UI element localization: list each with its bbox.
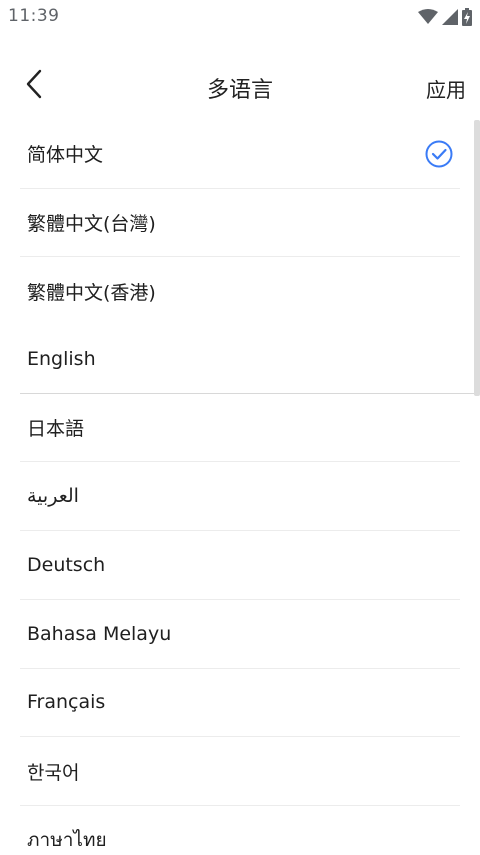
- apply-button[interactable]: 应用: [426, 74, 466, 103]
- language-item-malay[interactable]: Bahasa Melayu: [20, 600, 460, 669]
- language-item-simplified-chinese[interactable]: 简体中文: [20, 120, 460, 189]
- language-list: 简体中文 繁體中文(台灣) 繁體中文(香港) English 日本語 العرب…: [0, 120, 480, 855]
- language-item-traditional-chinese-taiwan[interactable]: 繁體中文(台灣): [20, 189, 460, 258]
- status-bar: 11:39: [0, 0, 480, 34]
- language-item-thai[interactable]: ภาษาไทย: [20, 806, 460, 855]
- app-bar: 多语言 应用: [0, 54, 480, 120]
- checkmark-circle-icon: [424, 139, 454, 169]
- language-label: 简体中文: [27, 144, 104, 167]
- page-title: 多语言: [206, 78, 273, 103]
- signal-icon: [442, 9, 458, 25]
- language-label: العربية: [27, 485, 79, 508]
- wifi-icon: [418, 9, 438, 25]
- language-item-french[interactable]: Français: [20, 669, 460, 738]
- language-item-german[interactable]: Deutsch: [20, 531, 460, 600]
- scrollbar[interactable]: [474, 120, 480, 396]
- language-item-korean[interactable]: 한국어: [20, 737, 460, 806]
- language-item-arabic[interactable]: العربية: [20, 462, 460, 532]
- language-label: Bahasa Melayu: [27, 622, 172, 645]
- status-icons: [418, 6, 472, 28]
- language-item-english[interactable]: English: [20, 325, 480, 394]
- language-label: 繁體中文(香港): [27, 281, 156, 304]
- language-label: 日本語: [27, 418, 85, 441]
- language-label: 한국어: [27, 761, 80, 784]
- language-label: 繁體中文(台灣): [27, 213, 156, 236]
- language-item-japanese[interactable]: 日本語: [20, 394, 460, 463]
- language-item-traditional-chinese-hongkong[interactable]: 繁體中文(香港): [20, 257, 460, 325]
- status-time: 11:39: [8, 6, 60, 26]
- battery-charging-icon: [462, 8, 472, 26]
- language-label: Français: [27, 691, 106, 714]
- language-label: ภาษาไทย: [27, 828, 107, 851]
- language-label: Deutsch: [27, 553, 106, 576]
- language-label: English: [27, 347, 96, 370]
